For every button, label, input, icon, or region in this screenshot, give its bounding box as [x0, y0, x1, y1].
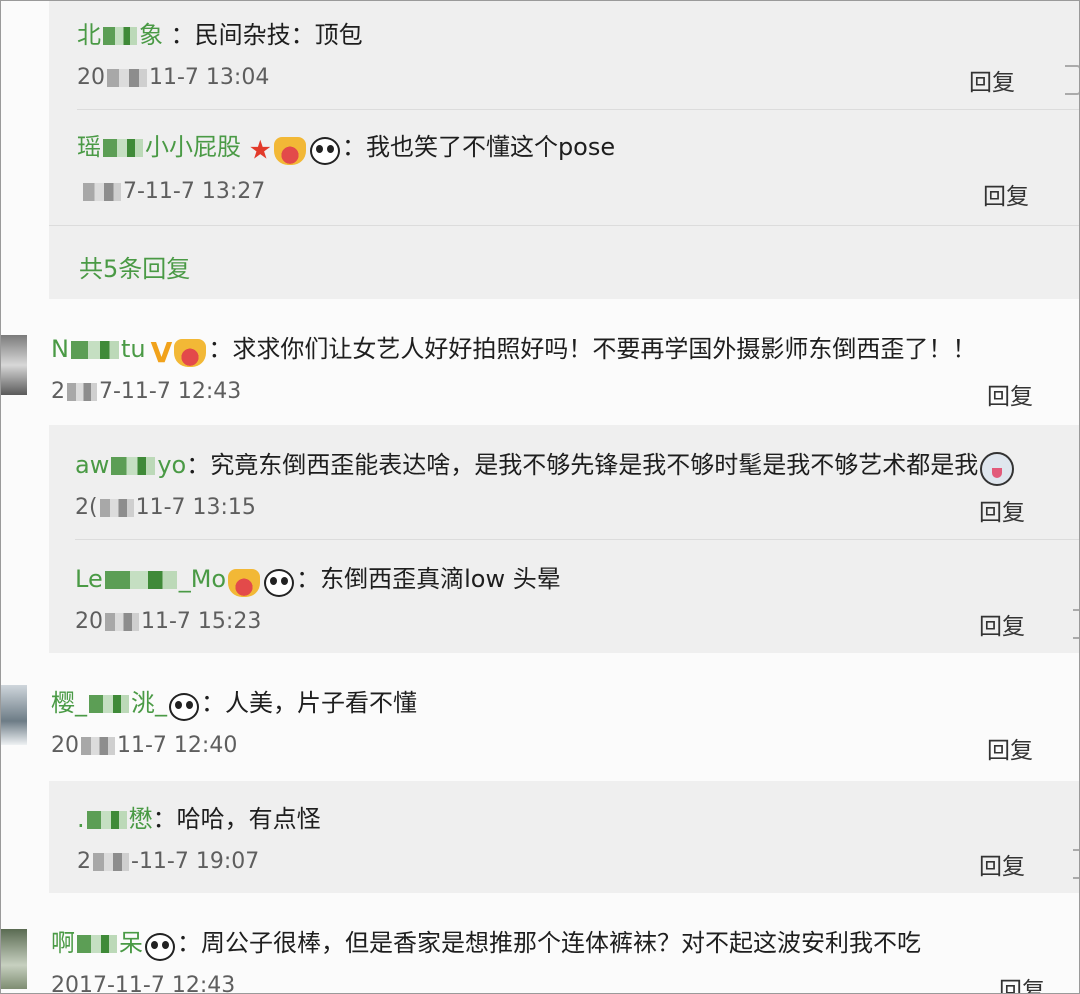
reply-text: 东倒西歪真滴low 头晕 [320, 565, 561, 593]
comment-username[interactable]: 樱_ 洮_ [51, 689, 167, 717]
reply-timestamp: 20 11-7 13:04 [77, 65, 270, 90]
reply-button[interactable]: 回复 [969, 63, 1015, 97]
reply-button[interactable]: 回复 [983, 177, 1029, 211]
colon: ： [208, 335, 233, 363]
reply-timestamp: 20 11-7 15:23 [75, 609, 262, 634]
reply-username[interactable]: 瑶小小屁股 [77, 133, 249, 161]
panda-emoji-icon [169, 692, 199, 721]
reply-timestamp: 2 -11-7 19:07 [77, 849, 260, 874]
reply-button[interactable]: 回复 [979, 607, 1025, 641]
comment-feed: 北象 ：民间杂技：顶包 20 11-7 13:04 回复 瑶小小屁股 ★ ：我也笑了… [0, 0, 1080, 994]
comment-timestamp: 2017-11-7 12:43 [51, 973, 236, 994]
reply-text: 哈哈，有点怪 [176, 805, 321, 833]
divider [49, 225, 1079, 226]
colon: ： [201, 689, 225, 717]
reply-item: Le _Mo ：东倒西歪真滴low 头晕 [75, 559, 1079, 597]
husky-emoji-icon [980, 451, 1015, 486]
reply-button[interactable]: 回复 [979, 847, 1025, 881]
reply-item: . 懋：哈哈，有点怪 [77, 799, 1079, 834]
crown-heart-badge-icon [174, 338, 207, 367]
view-all-replies-link[interactable]: 共5条回复 [79, 249, 190, 284]
crown-heart-badge-icon [228, 568, 261, 597]
colon: ： [296, 565, 321, 593]
reply-username[interactable]: aw yo [75, 451, 186, 479]
comment-text: 人美，片子看不懂 [225, 689, 417, 717]
reply-thread-3: . 懋：哈哈，有点怪 2 -11-7 19:07 回复 [49, 781, 1079, 893]
reply-item: 北象 ：民间杂技：顶包 [77, 15, 1079, 50]
reply-text: 究竟东倒西歪能表达啥，是我不够先锋是我不够时髦是我不够艺术都是我 [210, 451, 979, 479]
comment-item: 樱_ 洮_ ：人美，片子看不懂 [51, 683, 1079, 721]
reply-timestamp: 7-11-7 13:27 [81, 179, 265, 204]
panda-emoji-icon [309, 136, 340, 165]
reply-meta: 20 11-7 15:23 [75, 609, 1079, 634]
thumbs-up-icon[interactable] [1073, 609, 1079, 639]
reply-thread-2: aw yo：究竟东倒西歪能表达啥，是我不够先锋是我不够时髦是我不够艺术都是我 2(… [49, 425, 1079, 653]
reply-thread-1: 北象 ：民间杂技：顶包 20 11-7 13:04 回复 瑶小小屁股 ★ ：我也笑了… [49, 1, 1079, 299]
panda-emoji-icon [264, 568, 295, 597]
crown-heart-badge-icon [273, 136, 306, 165]
comment-username[interactable]: Ntu [51, 335, 146, 363]
reply-username[interactable]: 北象 [77, 21, 171, 49]
comment-meta: 2017-11-7 12:43 [51, 973, 1079, 994]
reply-button[interactable]: 回复 [987, 731, 1033, 765]
reply-text: 民间杂技：顶包 [194, 21, 363, 49]
colon: ： [177, 929, 201, 957]
thumbs-up-icon[interactable] [1073, 849, 1079, 879]
colon: ： [186, 451, 211, 479]
reply-username[interactable]: Le _Mo [75, 565, 226, 593]
comment-username[interactable]: 啊呆 [51, 929, 143, 957]
avatar[interactable] [1, 335, 27, 395]
divider [75, 539, 1079, 540]
reply-meta: 20 11-7 13:04 [77, 65, 1079, 90]
verified-v-icon: V [150, 336, 173, 369]
reply-button[interactable]: 回复 [987, 377, 1033, 411]
comment-text: 求求你们让女艺人好好拍照好吗！不要再学国外摄影师东倒西歪了！！ [232, 335, 977, 363]
comment-timestamp: 2 7-11-7 12:43 [51, 379, 242, 404]
colon: ： [170, 21, 195, 49]
red-star-icon: ★ [248, 135, 272, 166]
reply-timestamp: 2(11-7 13:15 [75, 495, 256, 520]
reply-meta: 2 -11-7 19:07 [77, 849, 1079, 874]
comment-meta: 20 11-7 12:40 [51, 733, 1079, 758]
thumbs-up-icon[interactable] [1065, 65, 1079, 95]
comment-item: 啊呆 ：周公子很棒，但是香家是想推那个连体裤袜？对不起这波安利我不吃 [51, 923, 1079, 961]
reply-meta: 7-11-7 13:27 [81, 179, 1079, 204]
comment-meta: 2 7-11-7 12:43 [51, 379, 1079, 404]
reply-button[interactable]: 回复 [999, 971, 1045, 993]
colon: ： [341, 133, 366, 161]
reply-button[interactable]: 回复 [979, 493, 1025, 527]
reply-meta: 2(11-7 13:15 [75, 495, 1079, 520]
avatar[interactable] [1, 685, 27, 745]
comment-item: Ntu V ：求求你们让女艺人好好拍照好吗！不要再学国外摄影师东倒西歪了！！ [51, 329, 1079, 369]
reply-item: aw yo：究竟东倒西歪能表达啥，是我不够先锋是我不够时髦是我不够艺术都是我 [75, 445, 1079, 486]
avatar[interactable] [1, 929, 27, 989]
divider [77, 109, 1079, 110]
reply-item: 瑶小小屁股 ★ ：我也笑了不懂这个pose [77, 127, 1079, 166]
comment-text: 周公子很棒，但是香家是想推那个连体裤袜？对不起这波安利我不吃 [201, 929, 921, 957]
reply-text: 我也笑了不懂这个pose [365, 133, 616, 161]
reply-username[interactable]: .懋 [77, 805, 153, 833]
comment-timestamp: 20 11-7 12:40 [51, 733, 238, 758]
panda-emoji-icon [145, 932, 175, 961]
colon: ： [152, 805, 177, 833]
